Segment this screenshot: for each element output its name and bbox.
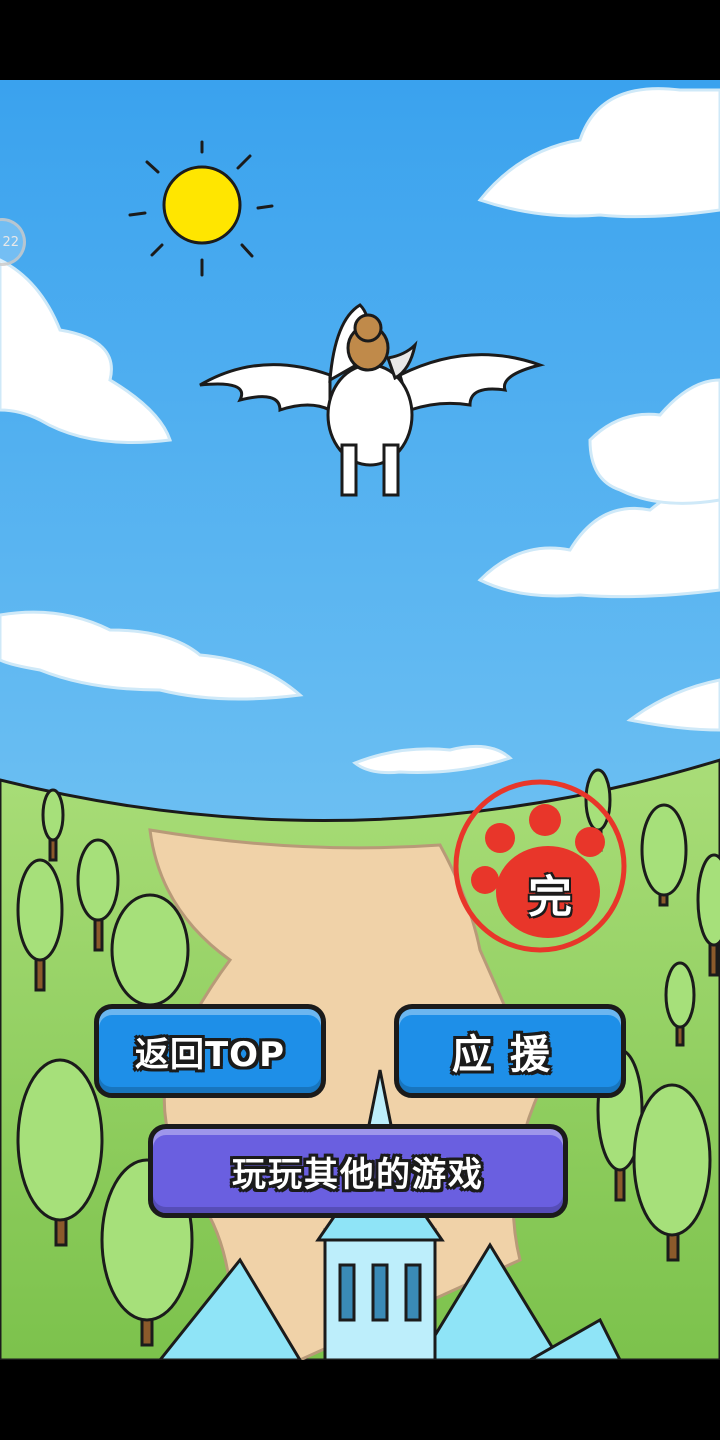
back-to-top-label: 返回TOP xyxy=(134,1034,285,1075)
support-button[interactable]: 应援 xyxy=(394,1004,626,1098)
play-other-games-label: 玩玩其他的游戏 xyxy=(232,1154,484,1195)
status-bar-area xyxy=(0,0,720,80)
play-other-games-button[interactable]: 玩玩其他的游戏 xyxy=(148,1124,568,1218)
stamp-label: 完 xyxy=(528,872,572,923)
navigation-bar-area xyxy=(0,1360,720,1440)
game-scene: 完 返回TOP 应援 玩玩其他的游戏 xyxy=(0,80,720,1360)
back-to-top-button[interactable]: 返回TOP xyxy=(94,1004,326,1098)
support-label: 应援 xyxy=(452,1032,568,1078)
side-bubble-label: 22 xyxy=(2,234,19,250)
